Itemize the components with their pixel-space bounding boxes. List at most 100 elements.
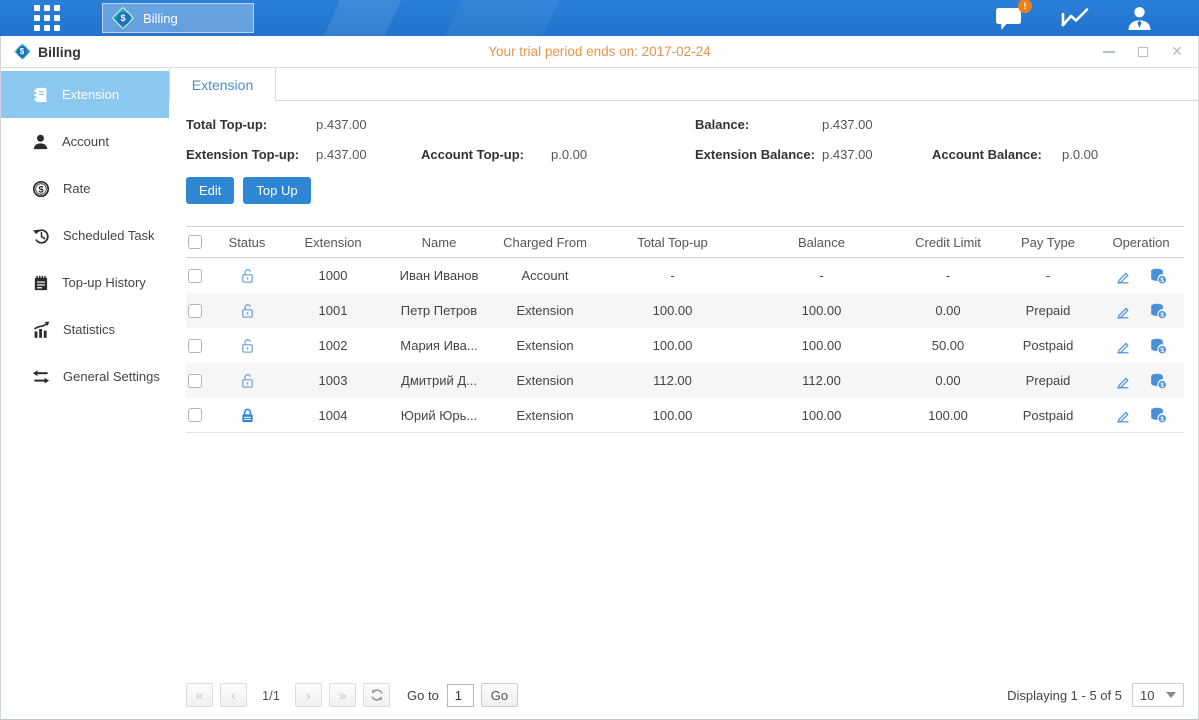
name-cell: Юрий Юрь...: [388, 408, 490, 423]
credit-limit-cell: 50.00: [898, 338, 998, 353]
row-checkbox[interactable]: [188, 408, 202, 422]
notifications-button[interactable]: !: [995, 5, 1024, 31]
col-name: Name: [388, 235, 490, 250]
edit-row-button[interactable]: [1114, 267, 1132, 285]
billing-window-icon: $: [13, 43, 31, 61]
taskbar-billing-label: Billing: [143, 11, 178, 26]
credit-limit-cell: 0.00: [898, 303, 998, 318]
balance-cell: 112.00: [745, 373, 898, 388]
total-topup-cell: 100.00: [600, 408, 745, 423]
goto-page-input[interactable]: [447, 684, 474, 707]
top-up-row-button[interactable]: $: [1149, 302, 1168, 320]
extension-cell: 1000: [278, 268, 388, 283]
sidebar-item-scheduled-task[interactable]: Scheduled Task: [1, 212, 169, 259]
extension-icon: [32, 86, 49, 104]
edit-button[interactable]: Edit: [186, 177, 234, 204]
edit-row-button[interactable]: [1114, 406, 1132, 424]
sidebar-item-account[interactable]: Account: [1, 118, 169, 165]
status-locked: [216, 407, 278, 424]
first-page-button[interactable]: «: [186, 683, 213, 707]
line-chart-icon: [1060, 5, 1090, 31]
sidebar-item-label: Top-up History: [62, 275, 146, 290]
svg-text:$: $: [1160, 416, 1164, 423]
pagination-bar: « ‹ 1/1 › » Go to Go Displaying: [186, 683, 1184, 707]
go-button[interactable]: Go: [481, 683, 518, 707]
status-unlocked: [216, 267, 278, 284]
row-checkbox[interactable]: [188, 269, 202, 283]
total-topup-label: Total Top-up:: [186, 117, 316, 132]
balance-value: p.437.00: [822, 117, 873, 132]
edit-extension-icon: [1114, 302, 1132, 320]
name-cell: Мария Ива...: [388, 338, 490, 353]
taskbar-billing-button[interactable]: $ Billing: [102, 3, 254, 33]
edit-extension-icon: [1114, 406, 1132, 424]
page-indicator: 1/1: [254, 688, 288, 703]
sidebar-item-rate[interactable]: $ Rate: [1, 165, 169, 212]
svg-text:$: $: [1160, 277, 1164, 284]
goto-label: Go to: [407, 688, 439, 703]
extension-table-body: 1000Иван ИвановAccount---- $ 1001Петр Пе…: [186, 258, 1184, 433]
user-menu-button[interactable]: [1126, 5, 1153, 31]
edit-row-button[interactable]: [1114, 372, 1132, 390]
billing-app-icon: $: [112, 7, 134, 29]
balance-cell: 100.00: [745, 408, 898, 423]
maximize-button[interactable]: [1136, 45, 1150, 59]
close-button[interactable]: ✕: [1170, 45, 1184, 59]
select-all-checkbox[interactable]: [188, 235, 202, 249]
sidebar-item-extension[interactable]: Extension: [1, 71, 169, 118]
total-topup-cell: 112.00: [600, 373, 745, 388]
app-launcher-icon[interactable]: [34, 5, 60, 31]
extension-cell: 1003: [278, 373, 388, 388]
svg-text:$: $: [1160, 347, 1164, 354]
trial-notice: Your trial period ends on: 2017-02-24: [1, 44, 1198, 59]
sidebar-item-label: Rate: [63, 181, 90, 196]
row-checkbox[interactable]: [188, 304, 202, 318]
pay-type-cell: -: [998, 268, 1098, 283]
balance-cell: 100.00: [745, 303, 898, 318]
tabstrip: Extension: [169, 68, 1198, 101]
sidebar-item-topup-history[interactable]: Top-up History: [1, 259, 169, 306]
pay-type-cell: Postpaid: [998, 408, 1098, 423]
name-cell: Петр Петров: [388, 303, 490, 318]
pay-type-cell: Prepaid: [998, 303, 1098, 318]
top-up-button[interactable]: Top Up: [243, 177, 310, 204]
col-status: Status: [216, 235, 278, 250]
edit-extension-icon: [1114, 267, 1132, 285]
top-up-row-button[interactable]: $: [1149, 337, 1168, 355]
top-up-row-button[interactable]: $: [1149, 267, 1168, 285]
page-size-select[interactable]: 10: [1132, 683, 1184, 707]
account-icon: [32, 133, 49, 151]
pay-type-cell: Postpaid: [998, 338, 1098, 353]
top-up-extension-icon: $: [1149, 302, 1168, 320]
col-charged-from: Charged From: [490, 235, 600, 250]
edit-row-button[interactable]: [1114, 302, 1132, 320]
statistics-monitor-button[interactable]: [1060, 5, 1090, 31]
edit-extension-icon: [1114, 372, 1132, 390]
row-checkbox[interactable]: [188, 374, 202, 388]
desktop-topbar: $ Billing !: [0, 0, 1199, 36]
next-page-button[interactable]: ›: [295, 683, 322, 707]
edit-row-button[interactable]: [1114, 337, 1132, 355]
extension-cell: 1004: [278, 408, 388, 423]
prev-page-button[interactable]: ‹: [220, 683, 247, 707]
top-up-row-button[interactable]: $: [1149, 406, 1168, 424]
col-balance: Balance: [745, 235, 898, 250]
pay-type-cell: Prepaid: [998, 373, 1098, 388]
top-up-row-button[interactable]: $: [1149, 372, 1168, 390]
total-topup-cell: 100.00: [600, 338, 745, 353]
last-page-button[interactable]: »: [329, 683, 356, 707]
col-operation: Operation: [1098, 235, 1184, 250]
credit-limit-cell: 100.00: [898, 408, 998, 423]
table-row: 1003Дмитрий Д...Extension112.00112.000.0…: [186, 363, 1184, 398]
minimize-button[interactable]: [1102, 45, 1116, 59]
tab-extension[interactable]: Extension: [169, 68, 276, 101]
row-checkbox[interactable]: [188, 339, 202, 353]
refresh-button[interactable]: [363, 683, 390, 707]
sidebar-item-general-settings[interactable]: General Settings: [1, 353, 169, 400]
status-unlocked: [216, 302, 278, 319]
top-up-extension-icon: $: [1149, 267, 1168, 285]
lock-open-icon: [239, 372, 256, 389]
sidebar-item-statistics[interactable]: Statistics: [1, 306, 169, 353]
account-balance-label: Account Balance:: [932, 147, 1062, 162]
sidebar: Extension Account $: [1, 68, 169, 719]
